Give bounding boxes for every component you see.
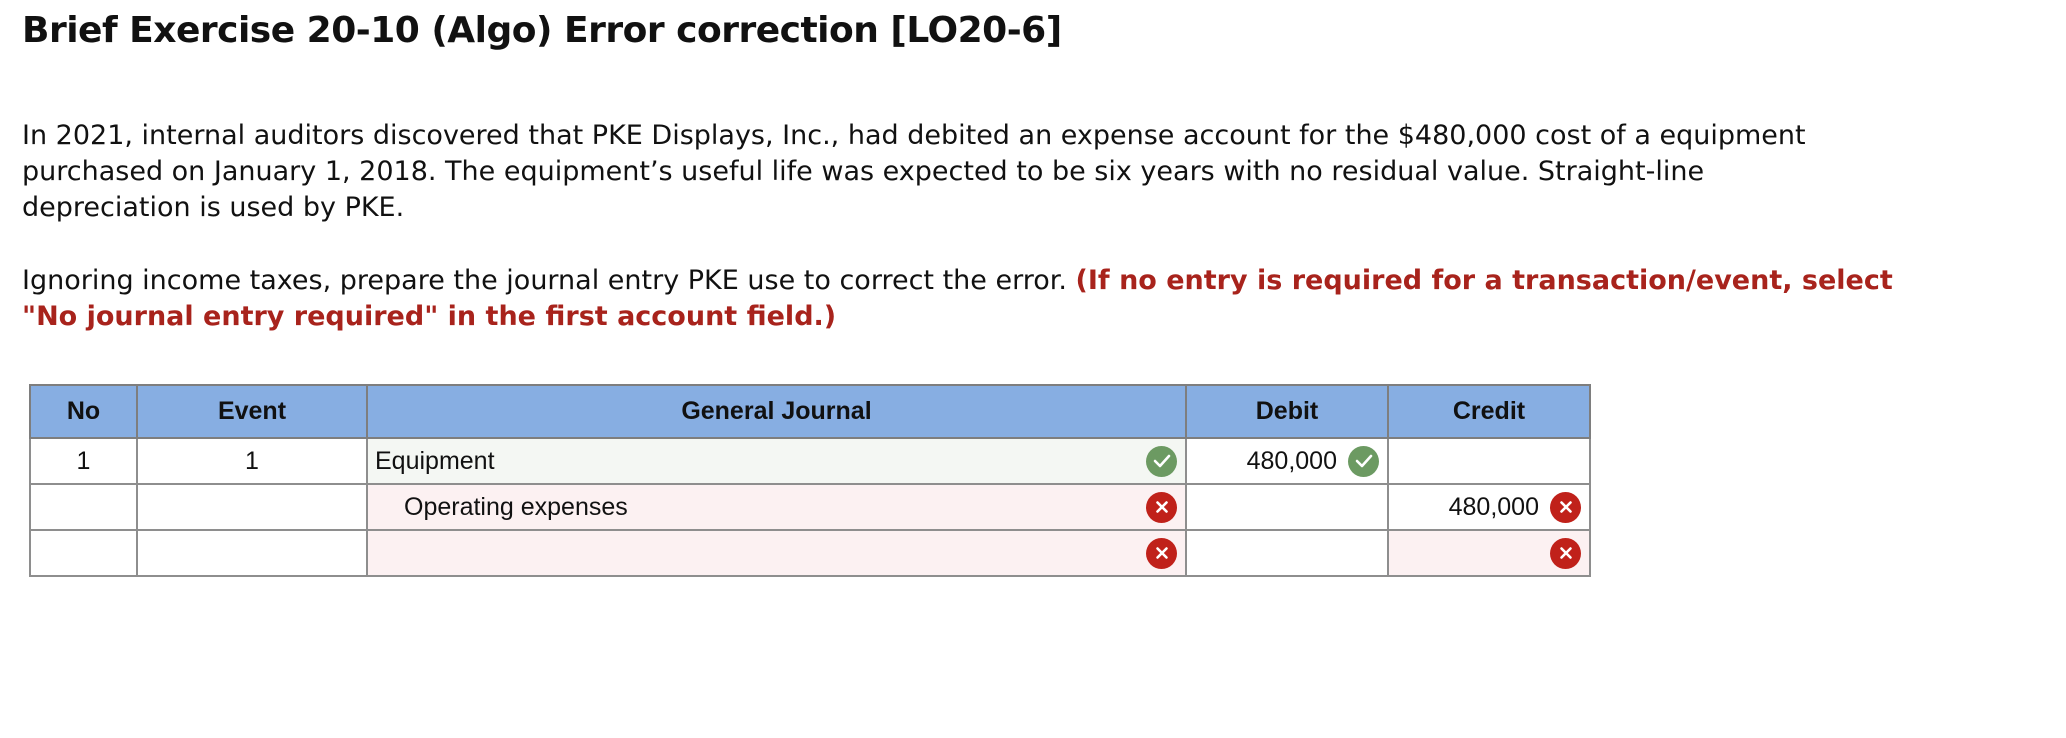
cross-icon [1146,491,1177,523]
debit-field[interactable]: 480,000 [1185,437,1389,485]
cross-icon [1550,491,1581,523]
col-header-event: Event [136,384,368,439]
row-event-cell [136,483,368,531]
account-name: Equipment [375,446,495,475]
account-field[interactable] [366,529,1187,577]
debit-field[interactable] [1185,529,1389,577]
account-field[interactable]: Equipment [366,437,1187,485]
exercise-title: Brief Exercise 20-10 (Algo) Error correc… [22,10,1062,51]
credit-field[interactable]: 480,000 [1387,483,1591,531]
row-event-cell: 1 [136,437,368,485]
instruction-note-1: (If no entry is required for a transacti… [1075,265,1893,296]
table-row [29,529,1591,577]
debit-field[interactable] [1185,483,1389,531]
debit-amount: 480,000 [1246,446,1337,475]
account-field[interactable]: Operating expenses [366,483,1187,531]
journal-table: No Event General Journal Debit Credit 1 … [29,384,1591,577]
table-row: 1 1 Equipment 480,000 [29,437,1591,485]
credit-field[interactable] [1387,437,1591,485]
col-header-credit: Credit [1387,384,1591,439]
row-no-cell [29,529,138,577]
problem-description: In 2021, internal auditors discovered th… [22,118,1806,226]
col-header-debit: Debit [1185,384,1389,439]
cross-icon [1550,537,1581,569]
problem-line-3: depreciation is used by PKE. [22,192,405,223]
cross-icon [1146,537,1177,569]
problem-line-1: In 2021, internal auditors discovered th… [22,120,1806,151]
row-event-cell [136,529,368,577]
instruction-note-2: "No journal entry required" in the first… [22,301,837,332]
credit-field[interactable] [1387,529,1591,577]
row-no-cell [29,483,138,531]
table-header-row: No Event General Journal Debit Credit [29,384,1591,439]
instruction-text: Ignoring income taxes, prepare the journ… [22,265,1076,296]
col-header-no: No [29,384,138,439]
check-icon [1348,445,1379,477]
credit-amount: 480,000 [1448,492,1539,521]
instruction: Ignoring income taxes, prepare the journ… [22,263,1893,335]
account-name: Operating expenses [404,492,628,521]
row-no-cell: 1 [29,437,138,485]
check-icon [1146,445,1177,477]
table-row: Operating expenses 480,000 [29,483,1591,531]
problem-line-2: purchased on January 1, 2018. The equipm… [22,156,1705,187]
col-header-general-journal: General Journal [366,384,1187,439]
